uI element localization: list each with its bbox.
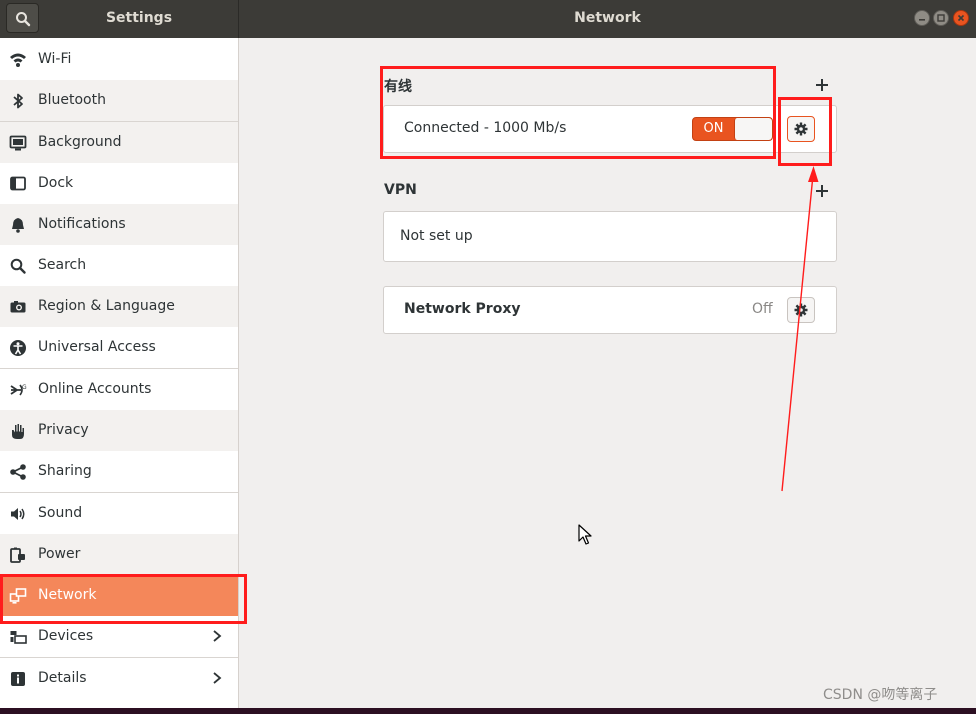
annotation-arrow (781, 166, 819, 492)
bottom-edge (0, 708, 976, 714)
mouse-cursor-icon (578, 524, 592, 545)
watermark: CSDN @吻等离子 (823, 687, 938, 703)
